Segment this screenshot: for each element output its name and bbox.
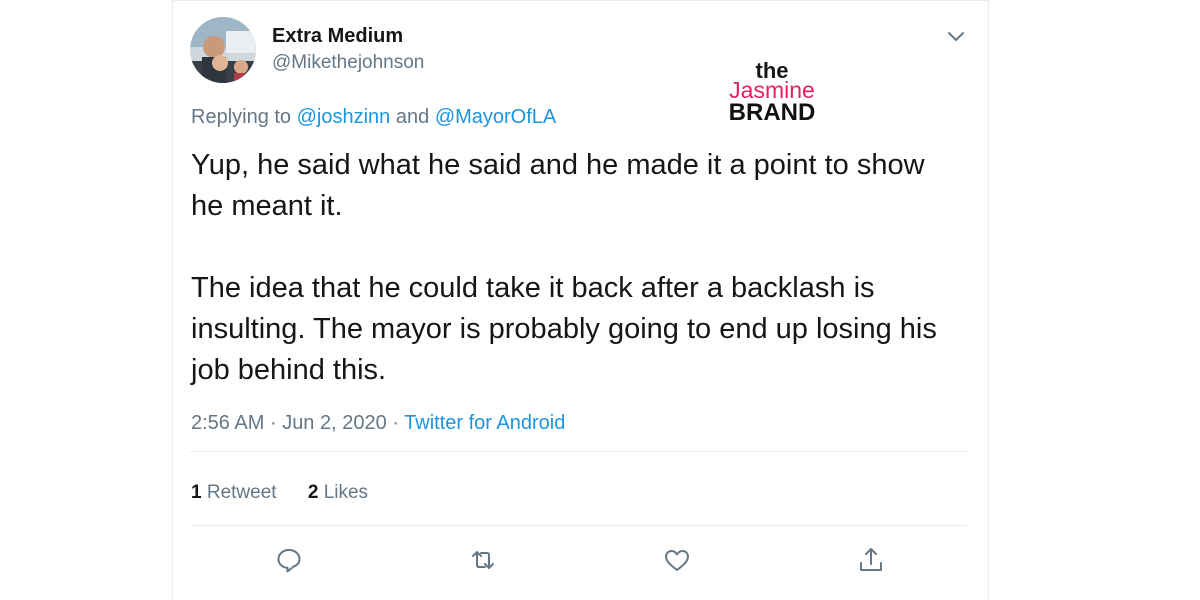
retweets-label: Retweet	[206, 482, 277, 503]
meta-separator: ·	[269, 412, 277, 434]
divider	[190, 525, 967, 526]
retweet-icon[interactable]	[469, 546, 497, 574]
like-icon[interactable]	[663, 546, 691, 574]
tweet-source-link[interactable]: Twitter for Android	[404, 412, 565, 434]
replying-to-label: Replying to	[191, 106, 292, 128]
retweets-stat[interactable]: 1 Retweet	[191, 482, 277, 503]
likes-label: Likes	[323, 482, 369, 503]
watermark-logo: the Jasmine BRAND	[710, 58, 834, 126]
avatar-photo-icon	[190, 17, 256, 83]
tweet-text: Yup, he said what he said and he made it…	[191, 145, 961, 391]
svg-text:BRAND: BRAND	[729, 99, 816, 126]
reply-icon[interactable]	[275, 546, 303, 574]
likes-stat[interactable]: 2 Likes	[308, 482, 368, 503]
divider	[190, 451, 967, 452]
avatar[interactable]	[190, 17, 256, 83]
likes-count: 2	[307, 482, 319, 503]
tweet-time[interactable]: 2:56 AM	[191, 412, 264, 434]
mention-mayorofla-link[interactable]: @MayorOfLA	[435, 106, 556, 128]
mention-joshzinn-link[interactable]: @joshzinn	[297, 106, 391, 128]
tweet-paragraph-1: Yup, he said what he said and he made it…	[191, 149, 925, 222]
replying-to-conjunction: and	[395, 106, 430, 128]
chevron-down-icon[interactable]	[946, 26, 966, 46]
author-handle[interactable]: @Mikethejohnson	[272, 52, 424, 74]
author-display-name[interactable]: Extra Medium	[272, 25, 403, 48]
tweet-date[interactable]: Jun 2, 2020	[282, 412, 387, 434]
tweet-meta: 2:56 AM · Jun 2, 2020 · Twitter for Andr…	[191, 412, 565, 435]
tweet-paragraph-2: The idea that he could take it back afte…	[191, 272, 937, 386]
meta-separator: ·	[392, 412, 399, 434]
share-icon[interactable]	[857, 546, 885, 574]
card-top-border	[172, 0, 989, 1]
retweets-count: 1	[191, 482, 202, 503]
replying-to: Replying to @joshzinn and @MayorOfLA	[191, 106, 556, 129]
tweet-stats: 1 Retweet 2 Likes	[191, 482, 394, 504]
